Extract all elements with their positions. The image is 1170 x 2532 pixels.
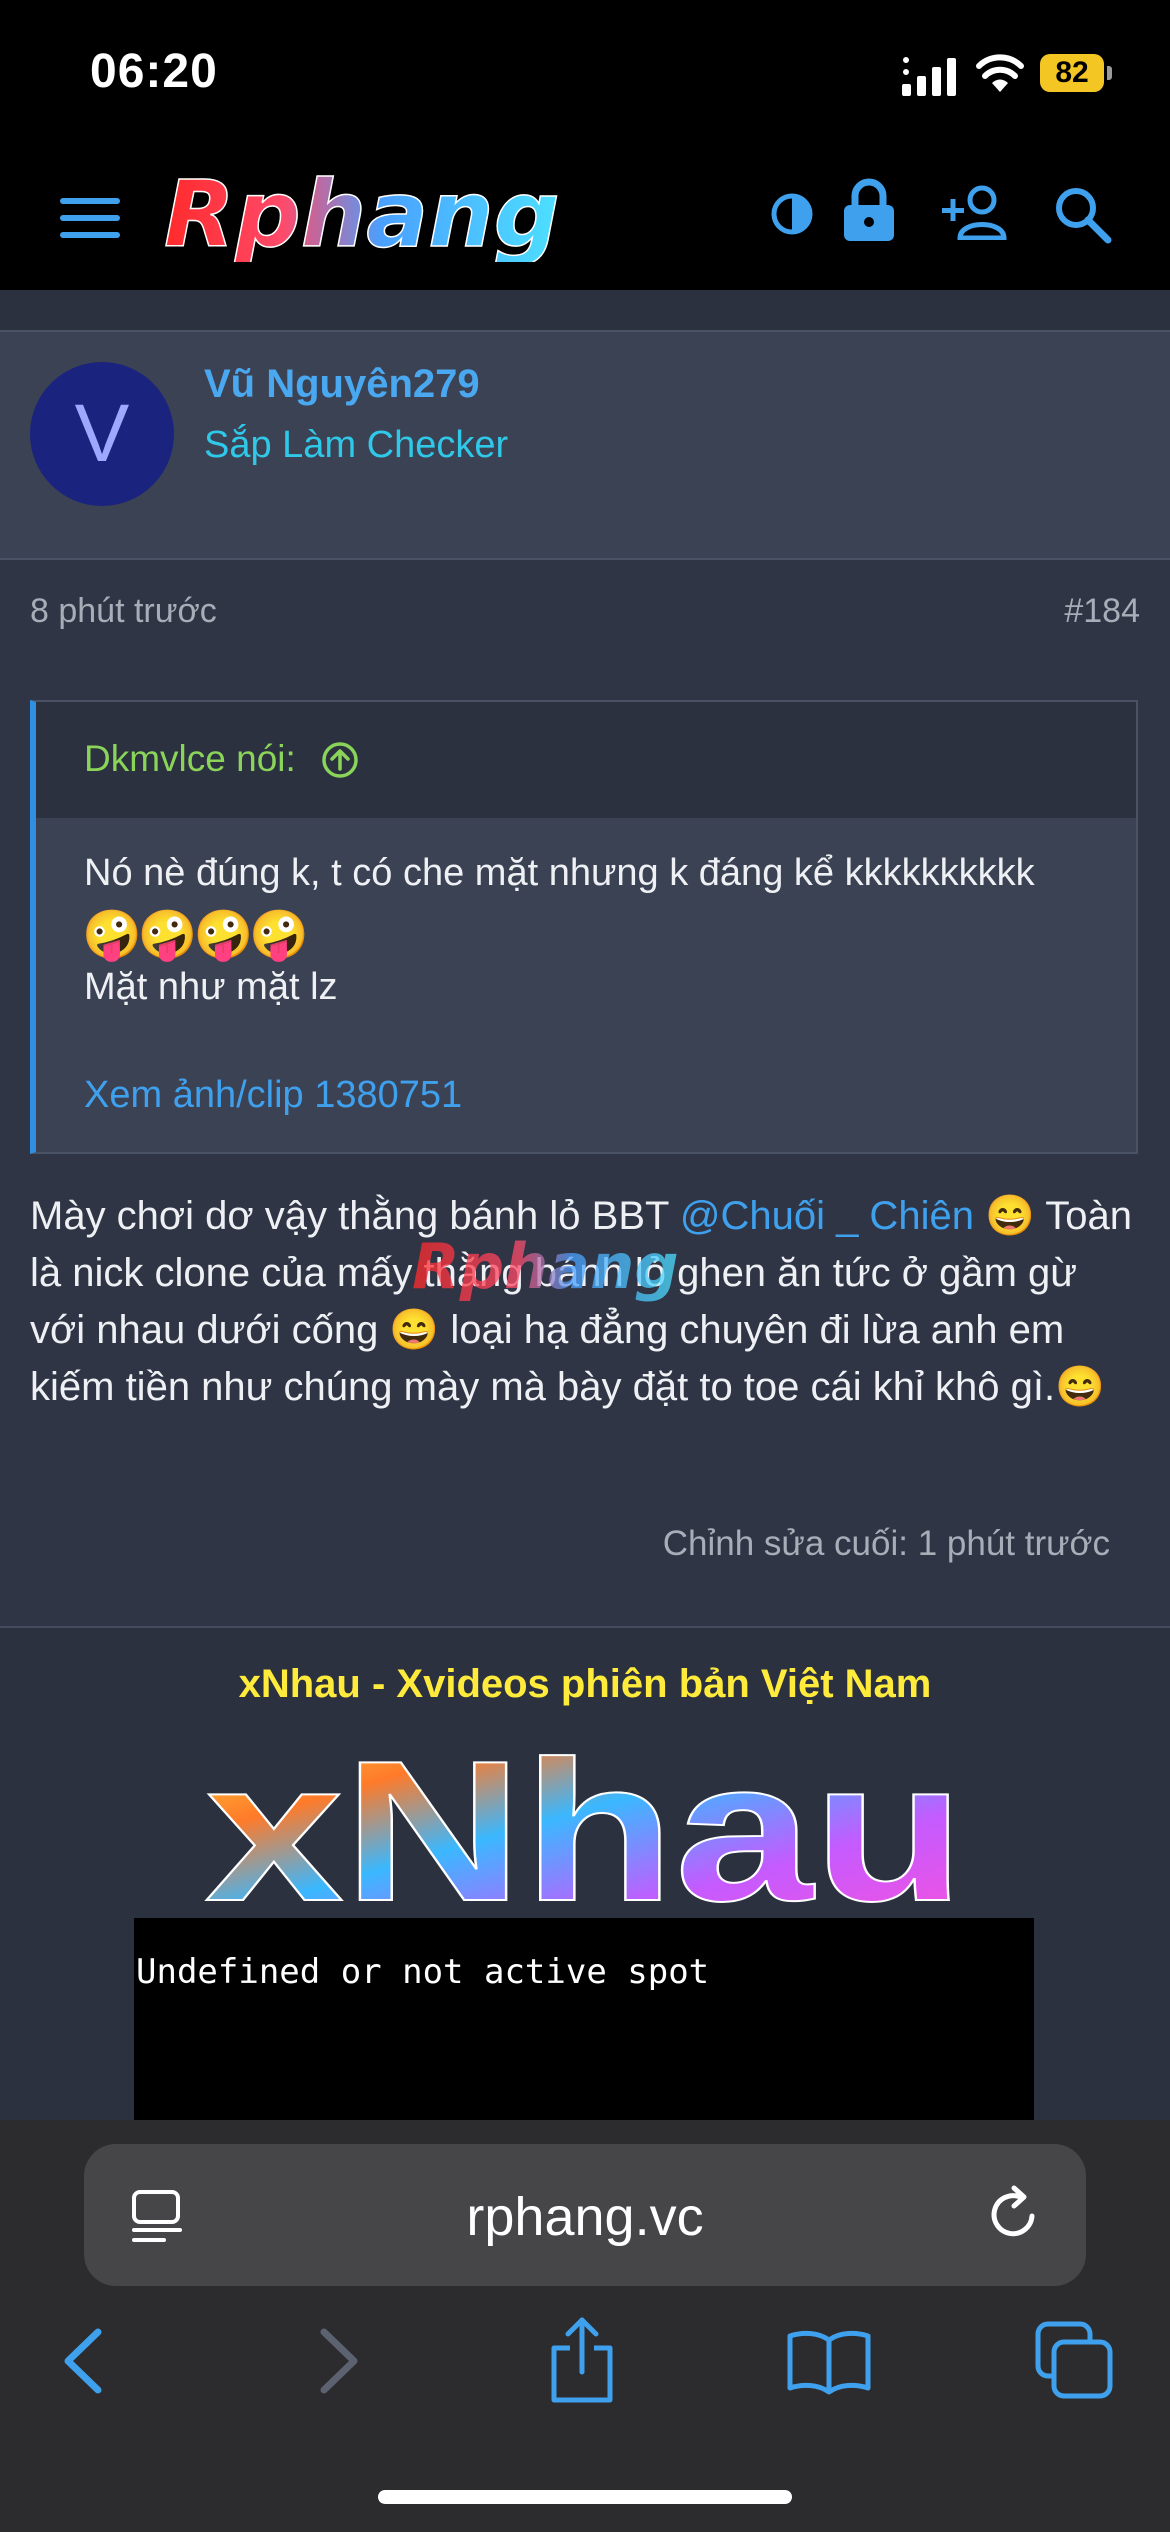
post-time[interactable]: 8 phút trước — [30, 592, 217, 631]
battery-level: 82 — [1055, 56, 1089, 89]
post-user-block — [0, 330, 1170, 560]
login-lock-icon[interactable] — [842, 178, 896, 242]
reload-icon[interactable] — [984, 2184, 1044, 2244]
quote-text-line: Mặt như mặt lz — [84, 966, 338, 1008]
ad-slot[interactable] — [134, 1918, 1034, 2120]
search-icon[interactable] — [1052, 184, 1112, 244]
share-icon[interactable] — [546, 2316, 618, 2406]
logo-text: Rphang — [164, 170, 560, 262]
quote-text-line: Nó nè đúng k, t có che mặt nhưng k đáng … — [84, 852, 1035, 894]
user-title: Sắp Làm Checker — [204, 424, 509, 466]
register-user-icon[interactable] — [940, 184, 1012, 240]
site-logo[interactable]: Rphang — [160, 170, 720, 262]
forward-icon[interactable] — [316, 2326, 362, 2396]
bookmarks-icon[interactable] — [784, 2326, 874, 2396]
status-time: 06:20 — [90, 45, 218, 98]
cellular-signal-icon — [902, 57, 956, 96]
ad-slot-text: Undefined or not active spot — [136, 1952, 710, 1992]
ad-title[interactable]: xNhau - Xvideos phiên bản Việt Nam — [0, 1662, 1170, 1707]
post-number[interactable]: #184 — [1064, 592, 1140, 631]
quote-media-link[interactable]: Xem ảnh/clip 1380751 — [84, 1074, 462, 1117]
quote-emoji: 🤪🤪🤪🤪 — [82, 909, 309, 962]
tabs-icon[interactable] — [1034, 2320, 1114, 2400]
jump-to-quote-icon[interactable] — [320, 740, 360, 780]
home-indicator — [378, 2490, 792, 2504]
watermark-logo: Rphang — [412, 1222, 752, 1328]
quote-author[interactable]: Dkmvlce nói: — [84, 738, 296, 780]
battery-icon: 82 — [1040, 54, 1112, 92]
username-link[interactable]: Vũ Nguyên279 — [204, 362, 480, 407]
avatar[interactable]: V — [30, 362, 174, 506]
svg-text:Rphang: Rphang — [412, 1230, 679, 1303]
wifi-icon — [976, 54, 1024, 92]
header-gap — [0, 290, 1170, 330]
theme-toggle-icon[interactable] — [770, 192, 814, 236]
back-icon[interactable] — [60, 2326, 106, 2396]
ad-logo-text: xNhau — [205, 1720, 965, 1922]
last-edited: Chỉnh sửa cuối: 1 phút trước — [662, 1524, 1110, 1563]
hamburger-menu-icon[interactable] — [60, 196, 120, 240]
ad-banner-logo[interactable]: xNhau — [200, 1712, 970, 1944]
